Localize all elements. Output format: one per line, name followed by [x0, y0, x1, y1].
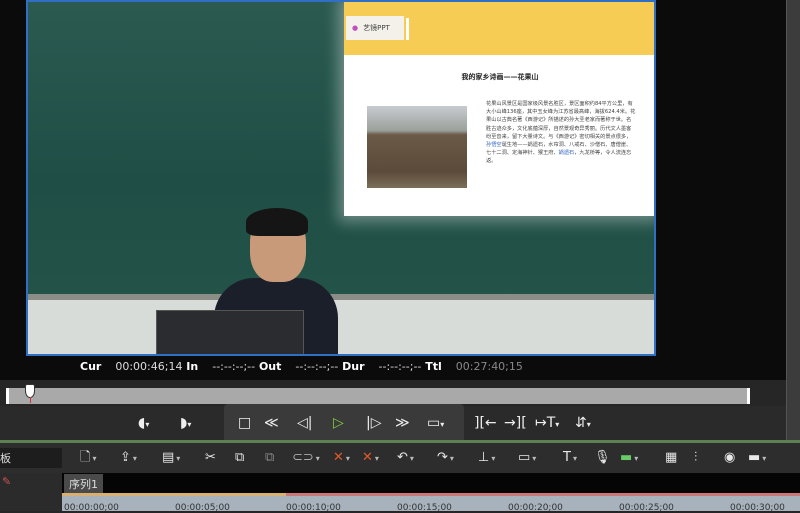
stop-icon[interactable]: □ — [238, 414, 251, 432]
position-slider[interactable] — [6, 388, 750, 404]
playhead-line — [29, 397, 31, 403]
slide-link: 娲遗石 — [558, 150, 575, 157]
edit-icon[interactable]: ✎ — [2, 475, 11, 488]
dur-label: Dur — [342, 360, 365, 373]
set-in-icon[interactable]: ◖▾ — [138, 414, 149, 432]
new-sequence-icon[interactable]: 🗋 ▾ — [80, 449, 96, 467]
wall — [28, 300, 654, 354]
ruler-tick-label: 00:00:00;00 — [64, 503, 119, 513]
layout-icon[interactable]: ▬ ▾ — [748, 449, 766, 467]
slide-photo — [367, 106, 467, 188]
ruler-tick-label: 00:00:10;00 — [286, 503, 341, 513]
playhead-handle[interactable] — [24, 384, 35, 398]
out-value: --:--:--;-- — [295, 360, 339, 373]
color-icon[interactable]: ◉ — [724, 449, 735, 467]
grid-icon[interactable]: ▦ — [665, 449, 677, 467]
slide-link: 孙悟空 — [486, 142, 502, 149]
dur-value: --:--:--;-- — [378, 360, 422, 373]
play-icon[interactable]: ▷ — [333, 414, 344, 432]
render-icon[interactable]: ▬ ▾ — [620, 449, 638, 467]
person-hair — [246, 208, 308, 236]
paste-icon[interactable]: ⧉ — [265, 449, 274, 467]
cut-icon[interactable]: ✂ — [205, 449, 216, 467]
timeline-toolbar: 🗋 ▾ ⇪ ▾ ▤ ▾ ✂ ⧉ ⧉ ⊂⊃ ▾ ✕ ▾ ✕ ▾ ↶ ▾ ↷ ▾ ⊥ ▾ ▭ ▾ T ▾ … — [0, 443, 800, 473]
rewind-icon[interactable]: ≪ — [264, 414, 279, 432]
right-scrollbar[interactable] — [786, 0, 800, 440]
video-preview[interactable]: ● 艺镜PPT 我的家乡诗画——花果山 花果山风景区是国家级风景名胜区，景区面积约… — [26, 0, 656, 356]
loop-play-icon[interactable]: ▭▾ — [427, 414, 444, 432]
microphone-icon[interactable]: 🎙 — [594, 449, 611, 467]
ruler-tick-label: 00:00:30;00 — [730, 503, 785, 513]
ttl-value: 00:27:40;15 — [455, 360, 523, 373]
player-monitor: ● 艺镜PPT 我的家乡诗画——花果山 花果山风景区是国家级风景名胜区，景区面积约… — [0, 0, 786, 380]
ruler-tick-label: 00:00:05;00 — [175, 503, 230, 513]
open-project-icon[interactable]: ⇪ ▾ — [120, 449, 137, 467]
timecode-bar: Cur 00:00:46;14 In --:--:--;-- Out --:--:--… — [80, 360, 523, 373]
delete-icon[interactable]: ✕ ▾ — [333, 449, 350, 467]
slide-title: 我的家乡诗画——花果山 — [461, 73, 539, 81]
step-back-icon[interactable]: ◁| — [297, 414, 312, 432]
output-icon[interactable]: ⇵▾ — [575, 414, 591, 432]
slide-header: ● 艺镜PPT — [344, 2, 654, 55]
redo-icon[interactable]: ↷ ▾ — [437, 449, 454, 467]
step-forward-icon[interactable]: |▷ — [366, 414, 381, 432]
ppt-slide-overlay: ● 艺镜PPT 我的家乡诗画——花果山 花果山风景区是国家级风景名胜区，景区面积约… — [344, 2, 654, 216]
ruler-tick-label: 00:00:25;00 — [619, 503, 674, 513]
logo-text: 艺镜PPT — [363, 24, 390, 32]
track-header-area: ✎ — [0, 473, 62, 511]
set-out-icon[interactable]: ◗▾ — [180, 414, 191, 432]
cur-value: 00:00:46;14 — [115, 360, 183, 373]
in-label: In — [186, 360, 199, 373]
copy-icon[interactable]: ⧉ — [235, 449, 244, 467]
range-bar-rendered — [62, 493, 286, 496]
slide-logo: ● 艺镜PPT — [346, 16, 404, 40]
ripple-delete-icon[interactable]: ✕ ▾ — [362, 449, 379, 467]
fast-forward-icon[interactable]: ≫ — [395, 414, 410, 432]
in-value: --:--:--;-- — [212, 360, 256, 373]
logo-divider — [406, 18, 409, 40]
mixer-icon[interactable]: ⫶ — [694, 449, 697, 467]
laptop — [156, 310, 304, 354]
title-icon[interactable]: T ▾ — [563, 449, 577, 467]
out-label: Out — [258, 360, 282, 373]
slide-body: 花果山风景区是国家级风景名胜区，景区面积约84平方公里，有大小山峰136座，其中… — [486, 100, 636, 166]
overwrite-to-timeline-icon[interactable]: →][ — [504, 414, 527, 432]
insert-to-timeline-icon[interactable]: ][← — [474, 414, 497, 432]
ruler-tick-label: 00:00:20;00 — [508, 503, 563, 513]
ttl-label: Ttl — [425, 360, 442, 373]
add-cut-icon[interactable]: ⊥ ▾ — [478, 449, 495, 467]
link-icon[interactable]: ⊂⊃ ▾ — [292, 449, 320, 467]
ruler-tick-label: 00:00:15;00 — [397, 503, 452, 513]
save-icon[interactable]: ▤ ▾ — [162, 449, 180, 467]
sequence-tab-bar — [62, 473, 800, 493]
tab-sequence-1[interactable]: 序列1 — [64, 474, 103, 493]
body-text: 花果山风景区是国家级风景名胜区，景区面积约84平方公里，有大小山峰136座，其中… — [486, 101, 636, 140]
trim-icon[interactable]: ↦T▾ — [535, 414, 559, 432]
panel-label: 板 — [0, 452, 11, 465]
cur-label: Cur — [80, 360, 102, 373]
undo-icon[interactable]: ↶ ▾ — [397, 449, 414, 467]
image-icon[interactable]: ▭ ▾ — [518, 449, 536, 467]
bin-panel-tab[interactable]: 板 — [0, 448, 62, 468]
